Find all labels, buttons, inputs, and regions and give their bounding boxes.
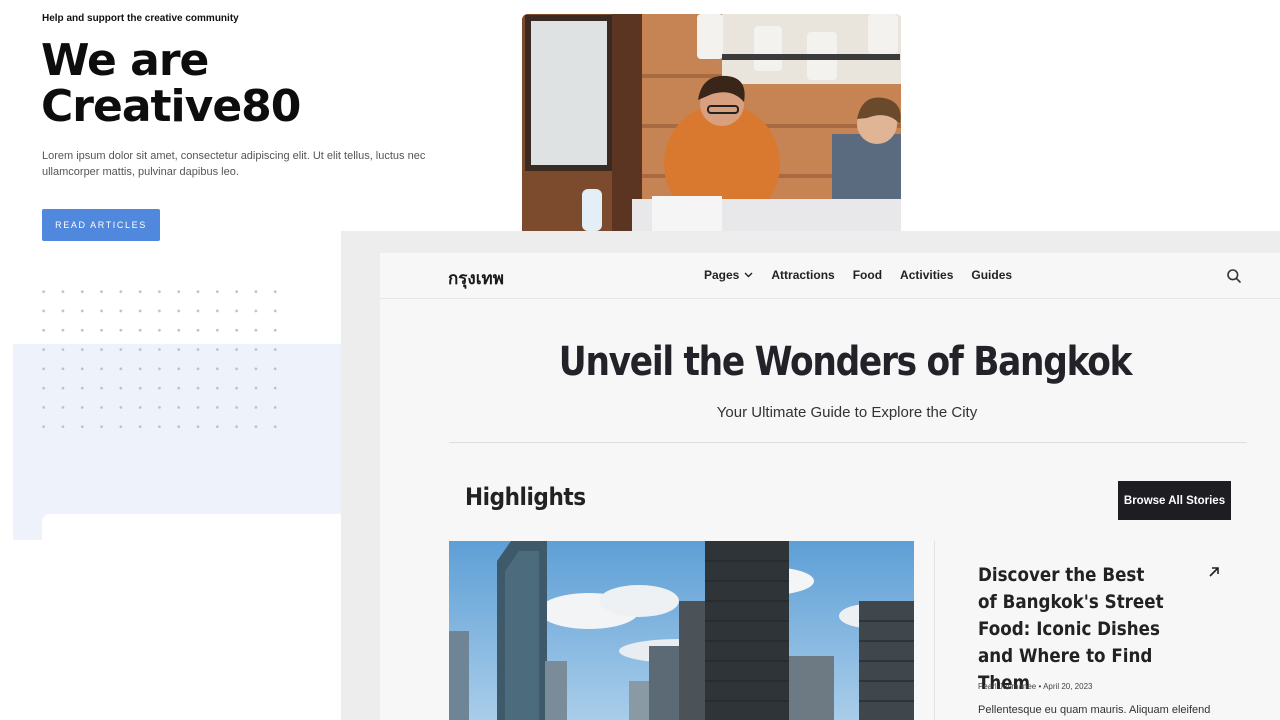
hero-title: We are Creative80: [41, 35, 301, 132]
search-icon[interactable]: [1226, 268, 1242, 284]
nav-item-guides[interactable]: Guides: [971, 268, 1012, 282]
nav-item-pages[interactable]: Pages: [704, 268, 753, 282]
column-divider: [934, 541, 935, 720]
chevron-down-icon: [744, 272, 753, 278]
hero-title-line1: We are: [41, 35, 209, 86]
background-card: [42, 514, 342, 540]
nav-item-food[interactable]: Food: [853, 268, 882, 282]
section-title: Highlights: [465, 483, 586, 511]
page-subtitle: Your Ultimate Guide to Explore the City: [716, 404, 978, 421]
dot-pattern: [42, 290, 292, 430]
bangkok-page: กรุงเทพ Pages Attractions Food Activitie…: [380, 253, 1280, 720]
divider: [449, 442, 1247, 443]
story-meta: Pearl Janmanee • April 20, 2023: [978, 682, 1092, 691]
story-date: April 20, 2023: [1043, 682, 1093, 691]
hero-description: Lorem ipsum dolor sit amet, consectetur …: [42, 150, 426, 178]
story-title[interactable]: Discover the Best of Bangkok's Street Fo…: [978, 562, 1167, 697]
arrow-up-right-icon[interactable]: [1208, 566, 1220, 578]
browse-all-stories-button[interactable]: Browse All Stories: [1118, 481, 1231, 520]
top-navigation: กรุงเทพ Pages Attractions Food Activitie…: [380, 253, 1280, 299]
story-author[interactable]: Pearl Janmanee: [978, 682, 1036, 691]
city-skyline-image[interactable]: [449, 541, 914, 720]
hero-eyebrow: Help and support the creative community: [42, 13, 239, 24]
page-title: Unveil the Wonders of Bangkok: [558, 339, 1133, 385]
story-excerpt: Pellentesque eu quam mauris. Aliquam ele…: [978, 704, 1211, 716]
hero-title-line2: Creative80: [41, 81, 301, 132]
read-articles-button[interactable]: READ ARTICLES: [42, 209, 160, 241]
nav-item-pages-label: Pages: [704, 268, 740, 282]
team-photo: [522, 14, 901, 231]
nav-item-attractions[interactable]: Attractions: [771, 268, 834, 282]
nav-item-activities[interactable]: Activities: [900, 268, 953, 282]
site-logo[interactable]: กรุงเทพ: [448, 265, 504, 292]
nav-menu: Pages Attractions Food Activities Guides: [704, 268, 1012, 282]
